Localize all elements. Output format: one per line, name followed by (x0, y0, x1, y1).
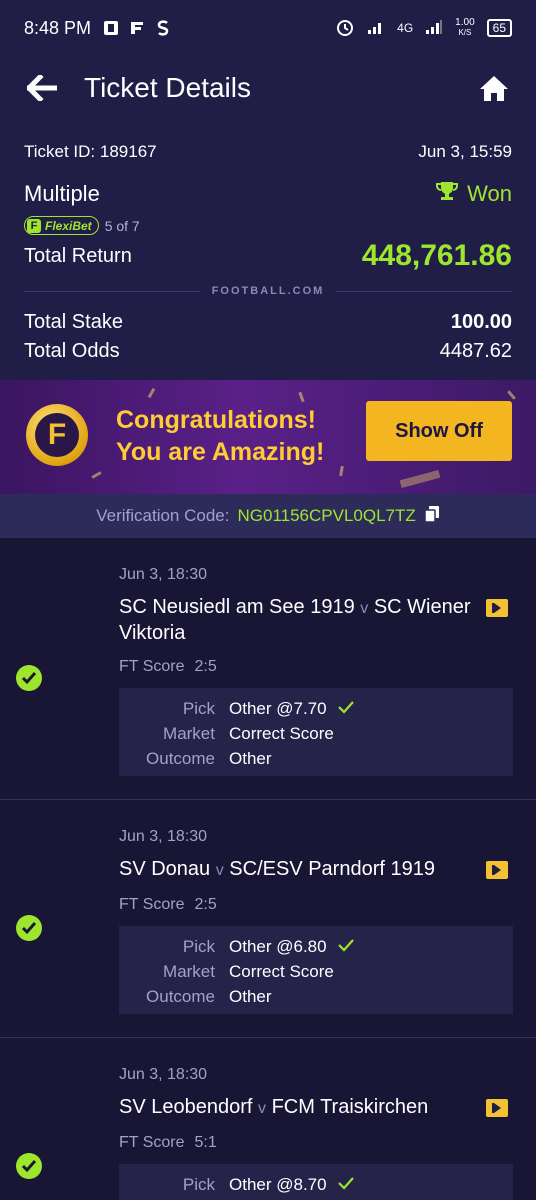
data-speed: 1.00 K/S (455, 18, 474, 38)
ft-score: FT Score 2:5 (119, 896, 217, 914)
selection-item[interactable]: Jun 3, 18:30 SV Leobendorf v FCM Traiski… (0, 1038, 536, 1200)
vs-separator: v (258, 1100, 266, 1117)
alarm-icon (335, 17, 355, 40)
selection-item[interactable]: Jun 3, 18:30 SV Donau v SC/ESV Parndorf … (0, 800, 536, 1038)
pick-details: Pick Other @7.70 Market Correct Score Ou… (119, 688, 513, 776)
live-stream-icon[interactable] (486, 1099, 508, 1117)
congrats-text: Congratulations! You are Amazing! (116, 404, 324, 468)
home-team: SV Leobendorf (119, 1096, 253, 1118)
congrats-line2: You are Amazing! (116, 438, 325, 466)
pick-label: Pick (182, 1175, 215, 1194)
verification-bar: Verification Code: NG01156CPVL0QL7TZ (0, 494, 536, 538)
outcome-label: Outcome (146, 749, 215, 768)
brand-divider: FOOTBALL.COM (24, 285, 513, 297)
pick-check-icon (337, 696, 355, 721)
speed-unit: K/S (458, 28, 472, 37)
total-return-label: Total Return (24, 244, 132, 267)
match-date: Jun 3, 18:30 (119, 1066, 208, 1083)
brand-logo: FOOTBALL.COM (211, 285, 325, 297)
back-arrow-icon[interactable] (26, 72, 58, 104)
match-date: Jun 3, 18:30 (119, 828, 208, 845)
won-check-icon (16, 915, 42, 941)
pick-value: Other @6.80 (229, 937, 327, 956)
copy-icon[interactable] (424, 505, 440, 528)
congrats-line1: Congratulations! (116, 406, 316, 434)
pick-label: Pick (182, 699, 215, 718)
signal-icon-2 (425, 19, 443, 38)
pick-value: Other @7.70 (229, 699, 327, 718)
status-right: 4G 1.00 K/S 65 (335, 17, 512, 40)
trophy-icon (435, 180, 459, 208)
ticket-id: Ticket ID: 189167 (24, 142, 157, 161)
ft-score-label: FT Score (119, 896, 185, 913)
pick-details: Pick Other @6.80 Market Correct Score Ou… (119, 926, 513, 1014)
ft-score-value: 2:5 (194, 658, 217, 675)
flexibet-label: FlexiBet (45, 218, 92, 233)
total-odds-value: 4487.62 (439, 340, 512, 362)
live-stream-icon[interactable] (486, 861, 508, 879)
away-team: SC/ESV Parndorf 1919 (229, 858, 435, 880)
pick-value: Other @8.70 (229, 1175, 327, 1194)
home-team: SV Donau (119, 858, 211, 880)
match-teams: SC Neusiedl am See 1919 v SC Wiener Vikt… (119, 595, 479, 646)
flexibet-icon: F (27, 218, 41, 233)
status-bar: 8:48 PM 4G 1.00 K/S 65 (0, 0, 536, 56)
won-check-icon (16, 665, 42, 691)
network-type: 4G (397, 21, 414, 35)
won-check-icon (16, 1153, 42, 1179)
verification-code: NG01156CPVL0QL7TZ (237, 506, 416, 525)
football-com-logo: F (26, 404, 88, 466)
ft-score: FT Score 2:5 (119, 658, 217, 676)
s-notification-icon (155, 20, 171, 36)
status-time: 8:48 PM (24, 17, 92, 38)
ticket-datetime: Jun 3, 15:59 (418, 142, 512, 161)
signal-icon (367, 19, 385, 38)
match-teams: SV Donau v SC/ESV Parndorf 1919 (119, 857, 479, 883)
app-notification-icon (103, 20, 119, 36)
outcome-label: Outcome (146, 987, 215, 1006)
pick-details: Pick Other @8.70 (119, 1164, 513, 1200)
outcome-value: Other (229, 987, 272, 1006)
page-title: Ticket Details (84, 72, 252, 103)
selection-item[interactable]: Jun 3, 18:30 SC Neusiedl am See 1919 v S… (0, 538, 536, 800)
flexibet-badge: F FlexiBet (24, 216, 99, 235)
total-return-value: 448,761.86 (361, 239, 512, 272)
verification-label: Verification Code: (96, 506, 230, 525)
show-off-button[interactable]: Show Off (366, 401, 512, 461)
ft-score-value: 2:5 (194, 896, 217, 913)
market-value: Correct Score (229, 724, 334, 743)
market-label: Market (163, 962, 215, 981)
app-header: Ticket Details (0, 56, 536, 120)
ticket-summary: Ticket ID: 189167 Jun 3, 15:59 Multiple … (0, 120, 536, 380)
congrats-banner: F Congratulations! You are Amazing! Show… (0, 380, 536, 494)
ft-score-value: 5:1 (194, 1134, 217, 1151)
flexibet-count: 5 of 7 (104, 217, 140, 234)
outcome-value: Other (229, 749, 272, 768)
pick-check-icon (337, 934, 355, 959)
away-team: FCM Traiskirchen (271, 1096, 429, 1118)
ft-score: FT Score 5:1 (119, 1134, 217, 1152)
match-date: Jun 3, 18:30 (119, 566, 208, 583)
total-odds-label: Total Odds (24, 340, 120, 362)
live-stream-icon[interactable] (486, 599, 508, 617)
home-icon[interactable] (478, 72, 510, 104)
result-label: Won (467, 181, 512, 206)
market-label: Market (163, 724, 215, 743)
total-stake-label: Total Stake (24, 311, 123, 333)
ft-score-label: FT Score (119, 658, 185, 675)
result-status: Won (435, 180, 512, 208)
match-teams: SV Leobendorf v FCM Traiskirchen (119, 1095, 479, 1121)
vs-separator: v (215, 862, 224, 879)
home-team: SC Neusiedl am See 1919 (119, 596, 355, 618)
pick-label: Pick (182, 937, 215, 956)
ft-score-label: FT Score (119, 1134, 185, 1151)
battery-icon: 65 (486, 19, 512, 37)
speed-value: 1.00 (455, 17, 475, 28)
market-value: Correct Score (229, 962, 334, 981)
total-stake-value: 100.00 (450, 311, 512, 333)
pick-check-icon (337, 1172, 355, 1197)
bet-type: Multiple (24, 181, 100, 206)
flexibet-notification-icon (129, 20, 145, 36)
vs-separator: v (360, 600, 369, 617)
